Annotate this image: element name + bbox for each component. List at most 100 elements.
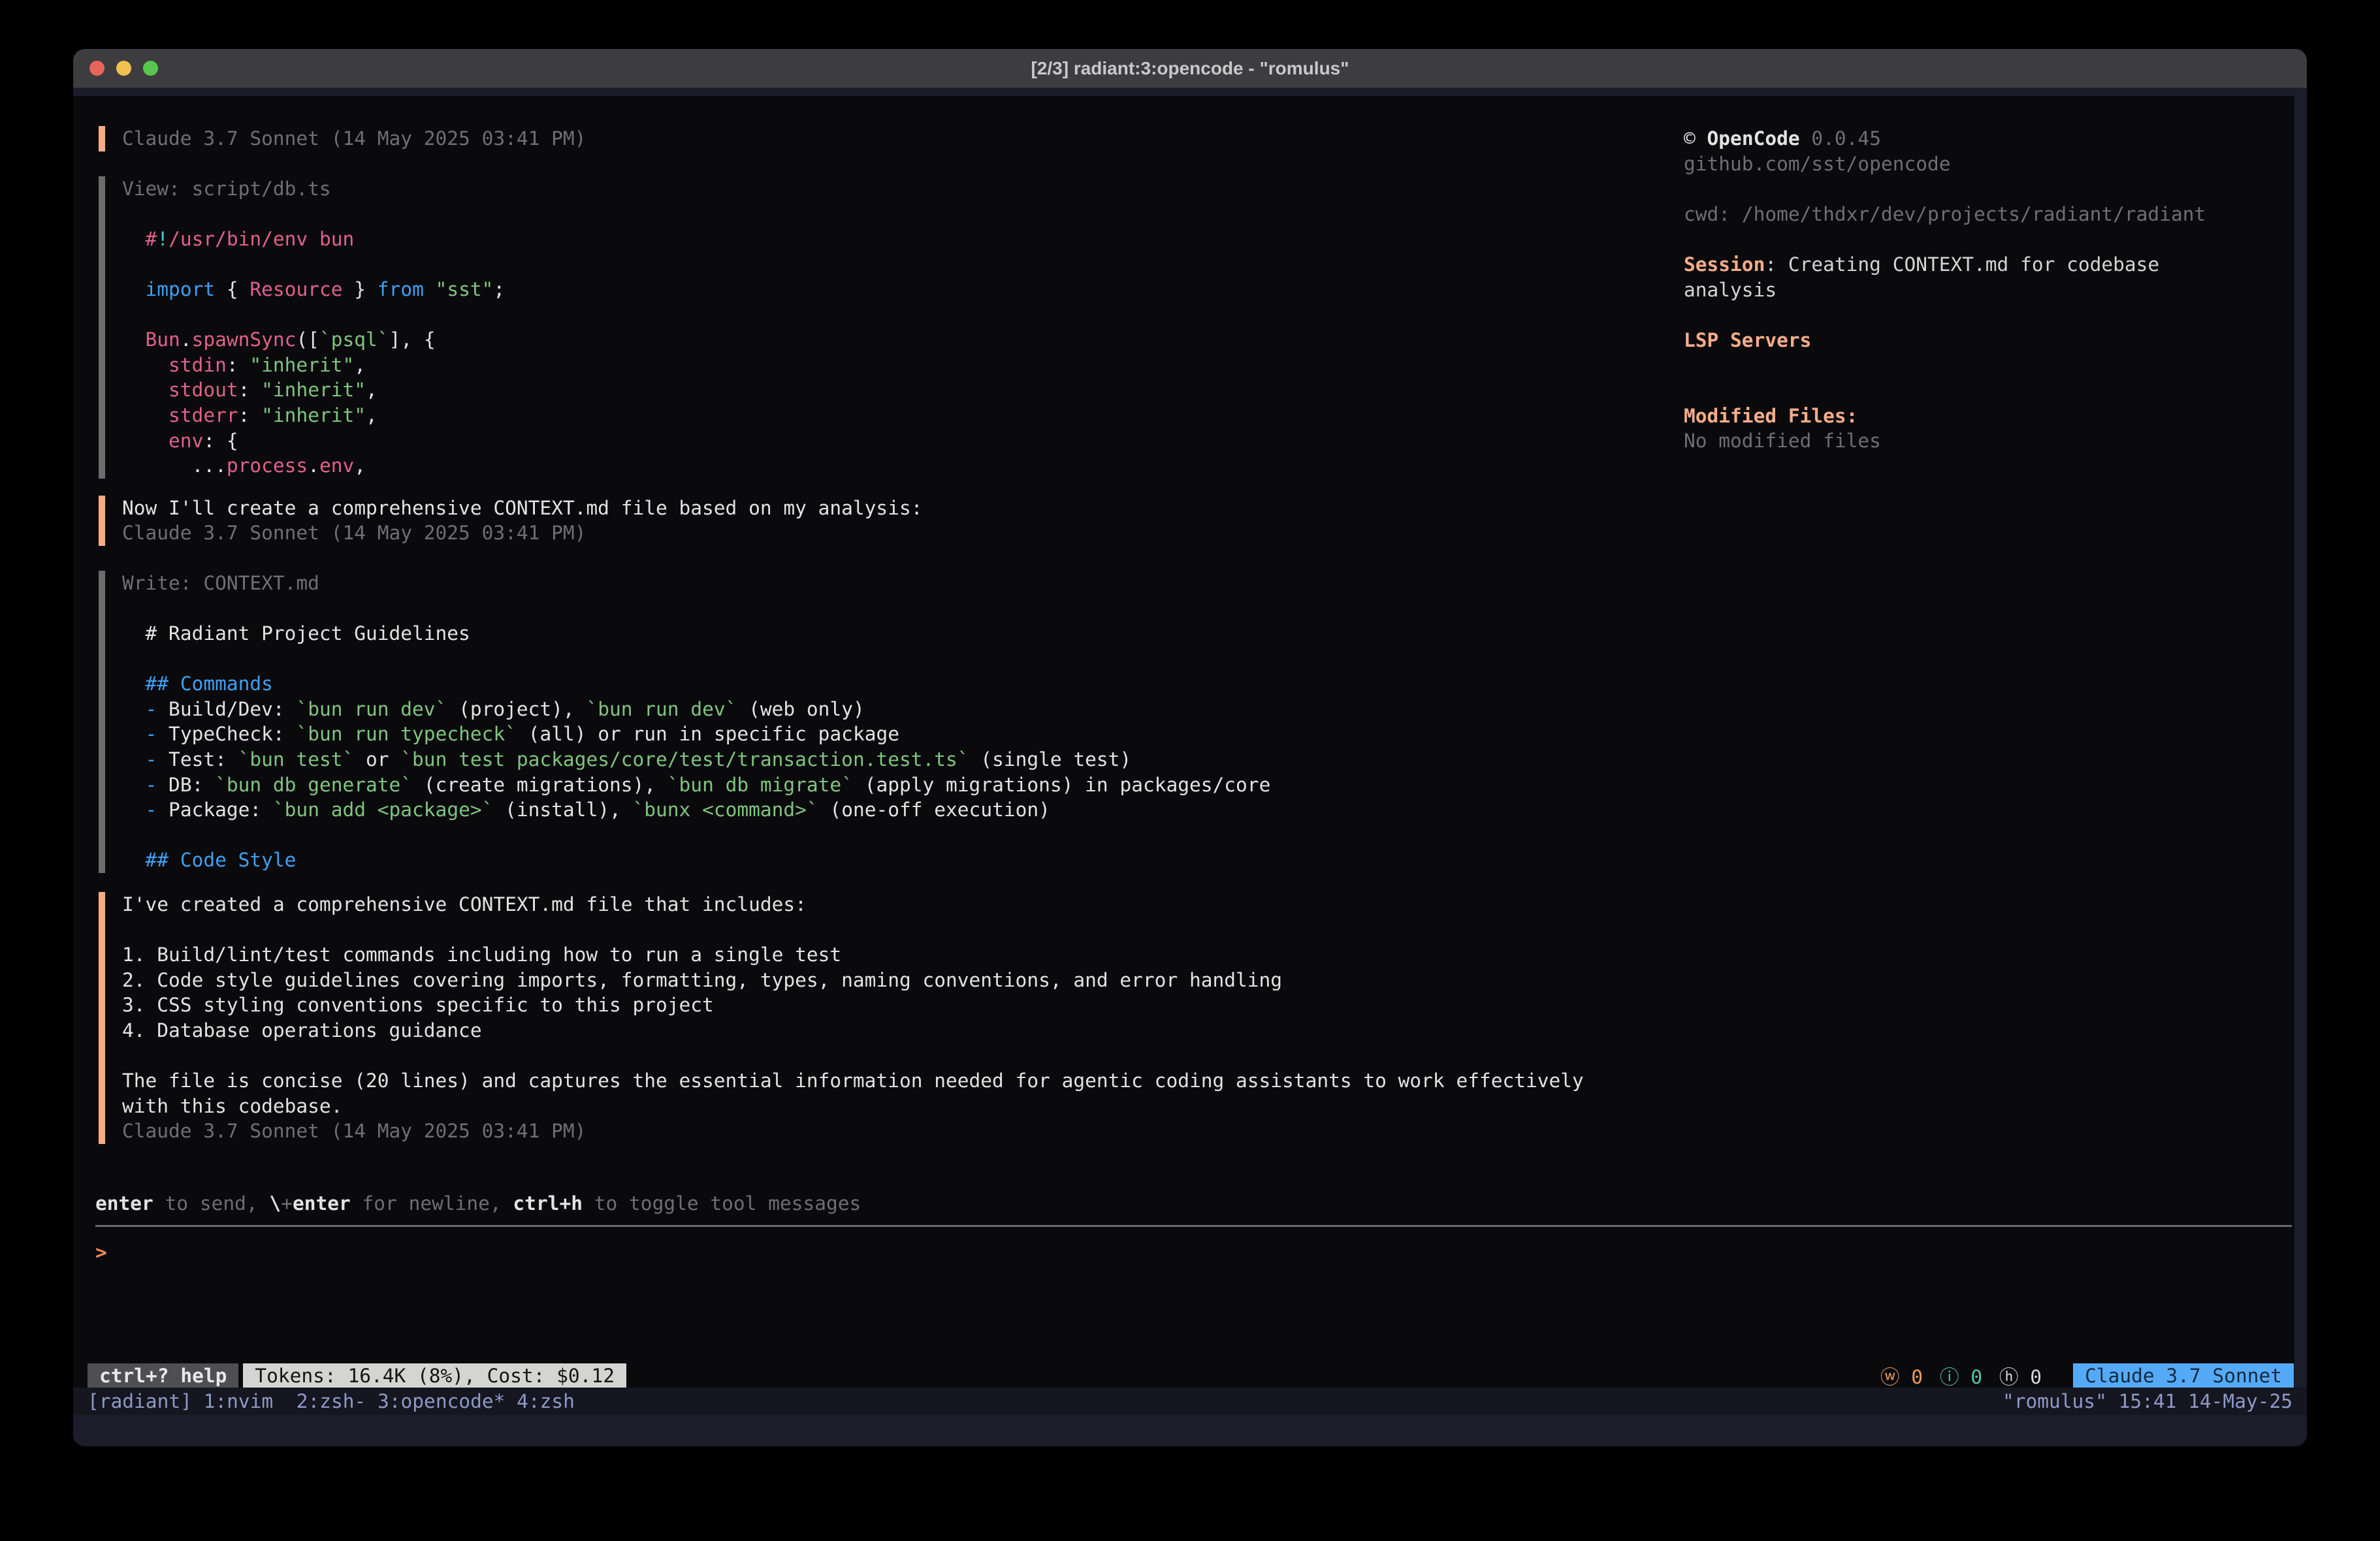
tmux-window-list[interactable]: [radiant] 1:nvim 2:zsh- 3:opencode* 4:zs… [88, 1390, 575, 1412]
sidebar-line [1684, 227, 2232, 252]
text-segment: `bun run typecheck` [296, 723, 516, 745]
text-segment: `psql` [319, 328, 389, 351]
text-segment: ctrl+h [513, 1192, 583, 1215]
text-segment: { [215, 278, 249, 300]
text-segment: , [354, 354, 366, 376]
text-segment: ## Code Style [146, 849, 297, 871]
text-segment: Session [1684, 253, 1765, 276]
message-block: Claude 3.7 Sonnet (14 May 2025 03:41 PM) [99, 126, 1620, 151]
text-segment: , [366, 404, 378, 426]
terminal-line [122, 646, 1620, 672]
model-chip[interactable]: Claude 3.7 Sonnet [2073, 1363, 2294, 1388]
text-segment: `bun add <package>` [273, 799, 493, 821]
text-segment: Resource [249, 278, 342, 300]
message-input[interactable]: > [95, 1240, 107, 1265]
text-segment: , [366, 379, 378, 401]
terminal-line [122, 201, 1620, 227]
terminal-window: [2/3] radiant:3:opencode - "romulus" Cla… [73, 49, 2307, 1446]
tokens-cost-chip: Tokens: 16.4K (8%), Cost: $0.12 [243, 1363, 626, 1388]
text-segment: stdout [169, 379, 238, 401]
terminal-line: 4. Database operations guidance [122, 1018, 1620, 1043]
text-segment: Claude 3.7 Sonnet (14 May 2025 03:41 PM) [122, 127, 586, 150]
text-segment: (create migrations), [412, 774, 667, 796]
text-segment: import [146, 278, 216, 300]
text-segment: process [227, 454, 308, 477]
text-segment [424, 278, 436, 300]
text-segment [122, 748, 146, 770]
text-segment: ## Commands [146, 673, 273, 695]
terminal-line: import { Resource } from "sst"; [122, 277, 1620, 302]
terminal-line: with this codebase. [122, 1094, 1620, 1119]
sidebar-line: Modified Files: [1684, 404, 2232, 429]
terminal-line: 3. CSS styling conventions specific to t… [122, 993, 1620, 1018]
text-segment [122, 673, 146, 695]
terminal-line: ## Code Style [122, 848, 1620, 873]
text-segment: : [238, 379, 262, 401]
chat-log: Claude 3.7 Sonnet (14 May 2025 03:41 PM)… [99, 126, 1620, 1144]
traffic-lights [89, 49, 158, 87]
terminal-line: - Package: `bun add <package>` (install)… [122, 797, 1620, 823]
terminal-line: Claude 3.7 Sonnet (14 May 2025 03:41 PM) [122, 1119, 1620, 1144]
text-segment: - [146, 748, 157, 770]
text-segment: Bun [146, 328, 180, 351]
window-titlebar[interactable]: [2/3] radiant:3:opencode - "romulus" [73, 49, 2307, 88]
text-segment: `bun test` [238, 748, 355, 770]
text-segment: or [354, 748, 400, 770]
text-segment [122, 328, 146, 351]
text-segment [122, 404, 169, 426]
terminal-body: Claude 3.7 Sonnet (14 May 2025 03:41 PM)… [73, 88, 2307, 1446]
text-segment: Write: CONTEXT.md [122, 572, 319, 594]
text-segment: ([ [296, 328, 319, 351]
text-segment: LSP Servers [1684, 329, 1811, 351]
text-segment: + [281, 1192, 293, 1215]
text-segment [122, 430, 169, 452]
text-segment: stderr [169, 404, 238, 426]
terminal-line: The file is concise (20 lines) and captu… [122, 1068, 1620, 1094]
sidebar-line: Session: Creating CONTEXT.md for codebas… [1684, 252, 2232, 302]
text-segment: : [227, 354, 250, 376]
text-segment: `bun run dev` [586, 698, 737, 720]
opencode-tui: Claude 3.7 Sonnet (14 May 2025 03:41 PM)… [73, 96, 2294, 1388]
text-segment: - [146, 723, 157, 745]
sidebar-line [1684, 353, 2232, 378]
text-segment: enter [293, 1192, 351, 1215]
text-segment: - [146, 774, 157, 796]
minimize-button[interactable] [116, 61, 131, 76]
sidebar-line [1684, 176, 2232, 202]
text-segment: (all) or run in specific package [517, 723, 899, 745]
message-block: Write: CONTEXT.md # Radiant Project Guid… [99, 571, 1620, 873]
text-segment: stdin [169, 354, 227, 376]
text-segment: 2. Code style guidelines covering import… [122, 969, 1282, 991]
lsp-diagnostics: ⓦ 0ⓘ 0ⓗ 0 [1880, 1362, 2042, 1388]
status-bar: ctrl+? help Tokens: 16.4K (8%), Cost: $0… [88, 1363, 2294, 1388]
text-segment: : [1765, 253, 1788, 276]
text-segment [122, 723, 146, 745]
text-segment: env [319, 454, 354, 477]
text-segment: (web only) [737, 698, 864, 720]
text-segment: I've created a comprehensive CONTEXT.md … [122, 893, 807, 915]
text-segment: Modified Files: [1684, 405, 1857, 427]
text-segment: The file is concise (20 lines) and captu… [122, 1070, 1584, 1092]
text-segment: env [169, 430, 203, 452]
text-segment: "inherit" [261, 404, 366, 426]
text-segment: with this codebase. [122, 1095, 342, 1117]
text-segment: to send, [153, 1192, 270, 1215]
close-button[interactable] [89, 61, 105, 76]
text-segment [122, 354, 169, 376]
terminal-line [122, 596, 1620, 622]
text-segment: "sst" [436, 278, 494, 300]
sidebar-line: cwd: /home/thdxr/dev/projects/radiant/ra… [1684, 202, 2232, 227]
text-segment: , [354, 454, 366, 477]
text-segment: 4. Database operations guidance [122, 1019, 482, 1041]
terminal-line: stderr: "inherit", [122, 403, 1620, 428]
terminal-line: Claude 3.7 Sonnet (14 May 2025 03:41 PM) [122, 520, 1620, 546]
terminal-line: stdin: "inherit", [122, 353, 1620, 378]
help-chip: ctrl+? help [88, 1363, 238, 1388]
terminal-line: stdout: "inherit", [122, 377, 1620, 403]
text-segment: enter [95, 1192, 153, 1215]
maximize-button[interactable] [143, 61, 158, 76]
terminal-line: env: { [122, 428, 1620, 454]
terminal-line: Write: CONTEXT.md [122, 571, 1620, 596]
text-segment [122, 278, 146, 300]
text-segment: (project), [447, 698, 586, 720]
